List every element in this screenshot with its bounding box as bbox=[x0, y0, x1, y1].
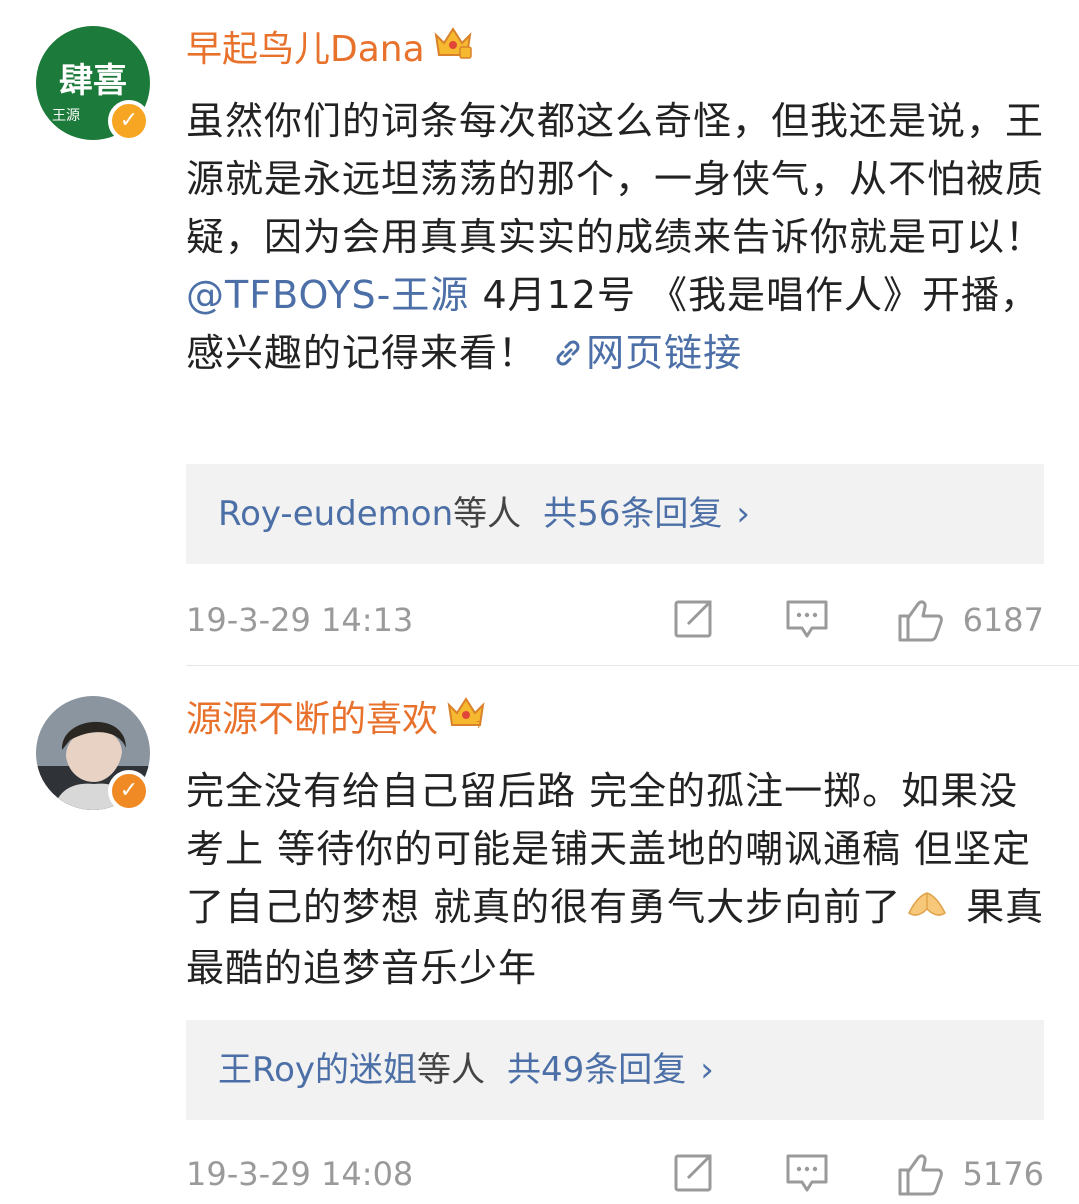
reply-user[interactable]: Roy-eudemon bbox=[218, 494, 453, 534]
like-count: 6187 bbox=[962, 601, 1044, 639]
comment-text: 完全没有给自己留后路 完全的孤注一掷。如果没考上 等待你的可能是铺天盖地的嘲讽通… bbox=[186, 762, 1046, 997]
replies-summary[interactable]: Roy-eudemon等人 共56条回复 › bbox=[218, 492, 750, 536]
comment-icon[interactable] bbox=[784, 1150, 830, 1198]
reply-etc: 等人 bbox=[453, 494, 522, 534]
comment-meta: 19-3-29 14:08 5176 bbox=[186, 1144, 1046, 1204]
timestamp: 19-3-29 14:13 bbox=[186, 601, 414, 639]
username[interactable]: 源源不断的喜欢 7 bbox=[186, 695, 486, 742]
chevron-right-icon: › bbox=[736, 494, 751, 534]
replies-box[interactable]: 王Roy的迷姐等人 共49条回复 › bbox=[186, 1020, 1044, 1120]
web-link[interactable]: 网页链接 bbox=[550, 331, 742, 375]
avatar-sublettering: 王源 bbox=[52, 108, 80, 124]
timestamp: 19-3-29 14:08 bbox=[186, 1155, 414, 1193]
comment-meta: 19-3-29 14:13 6187 bbox=[186, 590, 1046, 650]
verified-badge-icon: ✓ bbox=[108, 100, 150, 142]
thumbs-up-icon[interactable] bbox=[896, 596, 944, 648]
thumbs-up-icon[interactable] bbox=[896, 1150, 944, 1202]
reply-user[interactable]: 王Roy的迷姐 bbox=[218, 1050, 417, 1090]
username[interactable]: 早起鸟儿Dana bbox=[186, 25, 473, 72]
reply-etc: 等人 bbox=[417, 1050, 486, 1090]
username-text[interactable]: 早起鸟儿Dana bbox=[186, 29, 425, 70]
comment-text: 虽然你们的词条每次都这么奇怪，但我还是说，王源就是永远坦荡荡的那个，一身侠气，从… bbox=[186, 92, 1046, 382]
crown-icon bbox=[433, 25, 473, 72]
svg-text:7: 7 bbox=[476, 720, 482, 731]
chevron-right-icon: › bbox=[700, 1050, 714, 1090]
praying-hands-emoji-icon bbox=[905, 881, 949, 939]
share-icon[interactable] bbox=[672, 596, 716, 644]
verified-badge-icon: ✓ bbox=[108, 770, 150, 812]
username-text[interactable]: 源源不断的喜欢 bbox=[186, 699, 438, 740]
share-icon[interactable] bbox=[672, 1150, 716, 1198]
replies-box[interactable]: Roy-eudemon等人 共56条回复 › bbox=[186, 464, 1044, 564]
divider bbox=[186, 665, 1079, 666]
mention-link[interactable]: @TFBOYS-王源 bbox=[186, 273, 469, 317]
avatar-lettering: 肆喜 bbox=[59, 61, 127, 101]
web-link-label[interactable]: 网页链接 bbox=[586, 331, 742, 375]
comment-icon[interactable] bbox=[784, 596, 830, 644]
reply-count[interactable]: 共49条回复 bbox=[507, 1050, 686, 1090]
link-icon bbox=[556, 340, 580, 365]
comment-body: 虽然你们的词条每次都这么奇怪，但我还是说，王源就是永远坦荡荡的那个，一身侠气，从… bbox=[186, 99, 1045, 259]
like-count: 5176 bbox=[962, 1155, 1044, 1193]
reply-count[interactable]: 共56条回复 bbox=[543, 494, 722, 534]
crown-icon: 7 bbox=[446, 695, 486, 742]
replies-summary[interactable]: 王Roy的迷姐等人 共49条回复 › bbox=[218, 1048, 714, 1092]
